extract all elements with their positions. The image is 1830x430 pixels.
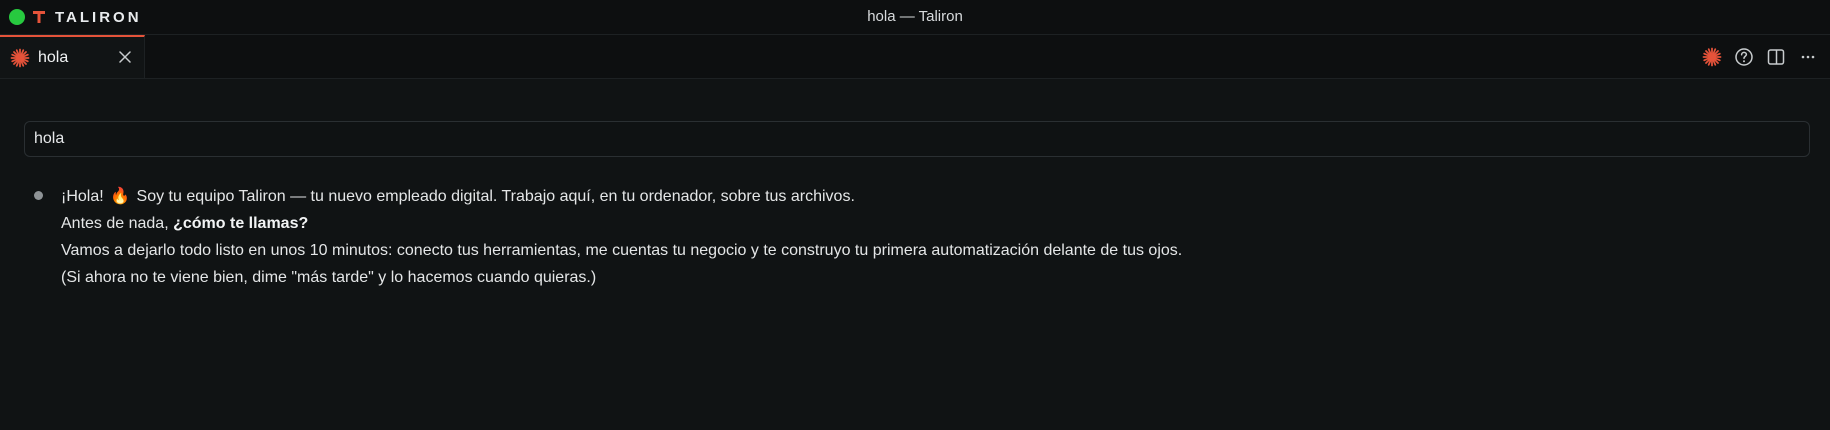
help-icon	[1735, 47, 1753, 66]
message-line-4: (Si ahora no te viene bien, dime "más ta…	[61, 269, 597, 286]
message-bullet	[34, 191, 43, 200]
message-line-2: Antes de nada, ¿cómo te llamas?	[61, 215, 309, 232]
window-title: hola — Taliron	[867, 8, 963, 25]
split-panel-button[interactable]	[1764, 45, 1788, 69]
help-button[interactable]	[1732, 45, 1756, 69]
more-icon	[1801, 55, 1815, 58]
toolbar	[1692, 35, 1820, 78]
tab-bar: hola	[0, 35, 1830, 79]
message-line-1: ¡Hola! 🔥 Soy tu equipo Taliron — tu nuev…	[61, 183, 1182, 210]
starburst-button[interactable]	[1700, 45, 1724, 69]
starburst-icon	[10, 48, 30, 67]
title-bar: TALIRON hola — Taliron	[0, 0, 1830, 35]
chat-area: ¡Hola! 🔥 Soy tu equipo Taliron — tu nuev…	[0, 79, 1830, 430]
message-text: ¡Hola! 🔥 Soy tu equipo Taliron — tu nuev…	[61, 183, 1182, 291]
prompt-input[interactable]	[24, 121, 1810, 157]
tab-label: hola	[38, 48, 69, 66]
tab-hola[interactable]: hola	[0, 35, 145, 78]
message-line-3: Vamos a dejarlo todo listo en unos 10 mi…	[61, 242, 1183, 259]
fire-emoji: 🔥	[110, 188, 131, 205]
name-question: ¿cómo te llamas?	[173, 215, 309, 232]
split-panel-icon	[1767, 48, 1785, 65]
close-icon[interactable]	[116, 48, 134, 66]
more-button[interactable]	[1796, 45, 1820, 69]
starburst-icon	[1702, 47, 1722, 66]
